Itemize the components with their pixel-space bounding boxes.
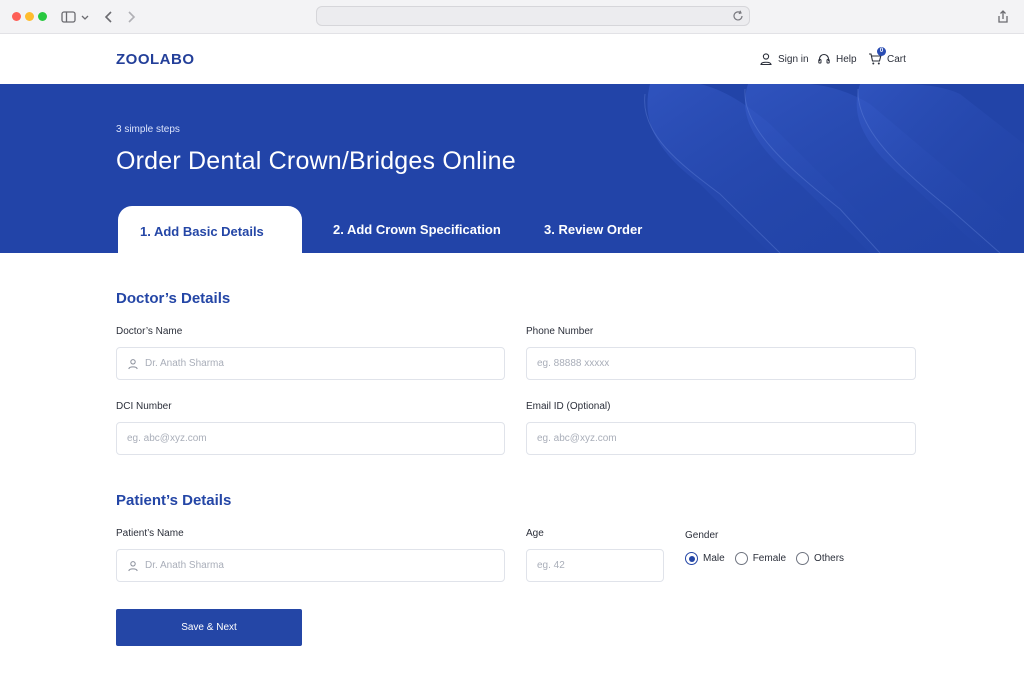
headset-icon	[818, 53, 830, 64]
doctor-section-title: Doctor’s Details	[116, 290, 231, 307]
close-window-button[interactable]	[12, 12, 21, 21]
age-field[interactable]	[526, 549, 664, 582]
radio-button-others[interactable]	[796, 552, 810, 565]
doctor-name-field[interactable]	[116, 347, 505, 380]
cart-count-badge: 0	[877, 47, 886, 56]
logo[interactable]: ZOOLABO	[116, 51, 195, 68]
patient-section-title: Patient’s Details	[116, 492, 232, 509]
user-icon	[760, 53, 772, 66]
gender-option-female[interactable]: Female	[734, 552, 787, 565]
radio-button-male[interactable]	[685, 552, 698, 565]
gender-option-others[interactable]: Others	[796, 552, 844, 565]
tab-add-crown-specification[interactable]: 2. Add Crown Specification	[333, 222, 501, 237]
email-label: Email ID (Optional)	[526, 401, 611, 412]
phone-number-input[interactable]	[537, 358, 915, 369]
hero-banner: 3 simple steps Order Dental Crown/Bridge…	[0, 84, 1024, 253]
browser-toolbar	[0, 0, 1024, 34]
patient-name-label: Patient’s Name	[116, 528, 184, 539]
gender-label: Gender	[685, 530, 719, 541]
dci-number-label: DCI Number	[116, 401, 172, 412]
save-next-button[interactable]: Save & Next	[116, 609, 302, 646]
doctor-name-input[interactable]	[145, 358, 504, 369]
address-bar[interactable]	[316, 6, 750, 26]
help-label: Help	[836, 53, 857, 65]
steps-note: 3 simple steps	[116, 124, 180, 135]
user-icon	[128, 358, 138, 369]
cart-label: Cart	[887, 53, 906, 65]
gender-others-label: Others	[814, 553, 845, 564]
age-input[interactable]	[537, 560, 663, 571]
user-icon	[128, 560, 138, 571]
email-field[interactable]	[526, 422, 916, 455]
maximize-window-button[interactable]	[38, 12, 47, 21]
cart-link[interactable]: 0 Cart	[868, 47, 906, 66]
tab-add-basic-details[interactable]: 1. Add Basic Details	[118, 206, 302, 253]
patient-name-field[interactable]	[116, 549, 505, 582]
dci-number-field[interactable]	[116, 422, 505, 455]
minimize-window-button[interactable]	[25, 12, 34, 21]
reload-icon[interactable]	[731, 9, 745, 23]
radio-button-female[interactable]	[734, 552, 748, 565]
doctor-name-label: Doctor’s Name	[116, 326, 183, 337]
gender-radio-group: Male Female Others	[685, 552, 854, 565]
forward-icon[interactable]	[122, 8, 140, 26]
sign-in-label: Sign in	[778, 53, 809, 65]
email-input[interactable]	[537, 433, 915, 444]
tab-review-order[interactable]: 3. Review Order	[544, 222, 642, 237]
phone-number-field[interactable]	[526, 347, 916, 380]
age-label: Age	[526, 528, 544, 539]
dci-number-input[interactable]	[127, 433, 504, 444]
sidebar-toggle-icon[interactable]	[60, 8, 78, 26]
back-icon[interactable]	[100, 8, 118, 26]
gender-female-label: Female	[752, 553, 787, 564]
share-icon[interactable]	[994, 8, 1012, 26]
site-header: ZOOLABO Sign in Help 0 Cart	[0, 34, 1024, 84]
gender-male-label: Male	[703, 553, 725, 564]
patient-name-input[interactable]	[145, 560, 504, 571]
phone-number-label: Phone Number	[526, 326, 594, 337]
sign-in-link[interactable]: Sign in	[759, 52, 809, 66]
gender-option-male[interactable]: Male	[685, 552, 725, 565]
chevron-down-icon[interactable]	[80, 8, 90, 26]
help-link[interactable]: Help	[817, 52, 857, 66]
page-title: Order Dental Crown/Bridges Online	[116, 147, 516, 175]
